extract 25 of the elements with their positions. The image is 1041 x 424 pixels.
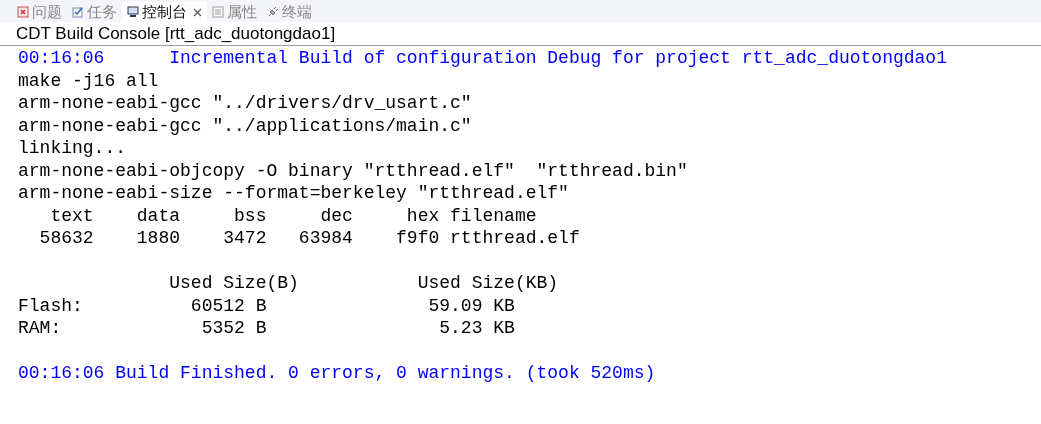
tab[interactable]: 控制台 bbox=[122, 2, 207, 22]
monitor-icon bbox=[127, 6, 139, 18]
console-line: 00:16:06 Build Finished. 0 errors, 0 warnings. (took 520ms) bbox=[18, 362, 656, 385]
console-line: arm-none-eabi-objcopy -O binary "rtthread.elf" "rtthread.bin" bbox=[18, 159, 688, 182]
tab[interactable]: 属性 bbox=[207, 2, 262, 22]
error-list-icon bbox=[17, 6, 29, 18]
close-icon[interactable] bbox=[193, 7, 202, 17]
console-line: RAM: 5352 B 5.23 KB bbox=[18, 317, 515, 340]
console-line: arm-none-eabi-gcc "../drivers/drv_usart.c" bbox=[18, 92, 472, 115]
console-title: CDT Build Console [rtt_adc_duotongdao1] bbox=[0, 22, 1041, 46]
console-line: 00:16:06 Incremental Build of configuration Debug for project rtt_adc_duotongdao1 bbox=[18, 47, 947, 70]
console-line: make -j16 all bbox=[18, 69, 159, 92]
tab[interactable]: 终端 bbox=[262, 2, 317, 22]
plug-icon bbox=[267, 6, 279, 18]
checklist-icon bbox=[72, 6, 84, 18]
console-line: Used Size(B) Used Size(KB) bbox=[168, 272, 559, 295]
console-line: 58632 1880 3472 63984 f9f0 rtthread.elf bbox=[38, 227, 580, 250]
sheet-icon bbox=[212, 6, 224, 18]
console-line: arm-none-eabi-gcc "../applications/main.c" bbox=[18, 114, 472, 137]
tab[interactable]: 问题 bbox=[12, 2, 67, 22]
console-line: linking... bbox=[18, 137, 127, 160]
tab[interactable]: 任务 bbox=[67, 2, 122, 22]
console-line: text data bss dec hex filename bbox=[49, 204, 537, 227]
console-line: Flash: 60512 B 59.09 KB bbox=[18, 294, 515, 317]
console-line: arm-none-eabi-size --format=berkeley "rtthread.elf" bbox=[18, 182, 569, 205]
